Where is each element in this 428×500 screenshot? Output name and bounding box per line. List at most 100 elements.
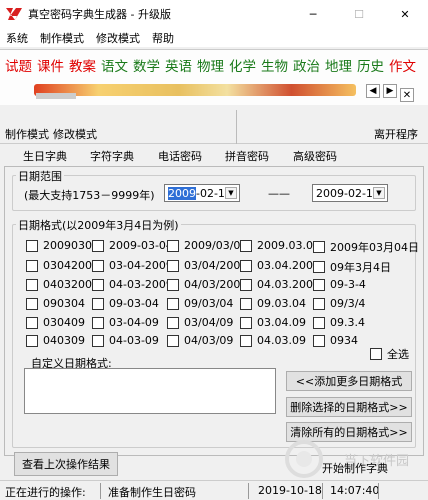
date-format-option[interactable]: 030409 [26, 316, 85, 329]
tab-birthday[interactable]: 生日字典 [23, 148, 67, 164]
select-all-checkbox[interactable]: 全选 [370, 346, 409, 362]
banner-tab-item[interactable]: 政治 [293, 55, 320, 75]
banner-tab-item[interactable]: 历史 [357, 55, 384, 75]
checkbox[interactable] [167, 259, 179, 272]
date-format-option[interactable]: 2009.03.04 [240, 239, 320, 252]
checkbox[interactable] [370, 348, 382, 360]
banner-tab-item[interactable]: 化学 [229, 55, 256, 75]
date-format-option[interactable]: 09年3月4日 [313, 259, 391, 275]
dropdown-arrow-icon[interactable]: ▼ [225, 187, 237, 199]
checkbox[interactable] [167, 316, 179, 329]
checkbox[interactable] [167, 239, 179, 252]
dropdown-arrow-icon[interactable]: ▼ [373, 187, 385, 199]
checkbox[interactable] [167, 278, 179, 291]
close-button[interactable]: ✕ [382, 0, 428, 28]
start-make-button[interactable]: 开始制作字典 [322, 460, 388, 476]
banner-tab-item[interactable]: 地理 [325, 55, 352, 75]
date-format-option[interactable]: 03.04.09 [240, 316, 306, 329]
checkbox[interactable] [313, 297, 325, 310]
date-format-option[interactable]: 03-04-2009 [92, 259, 173, 272]
checkbox[interactable] [167, 297, 179, 310]
checkbox[interactable] [26, 259, 38, 272]
checkbox[interactable] [26, 297, 38, 310]
date-format-option[interactable]: 09/03/04 [167, 297, 233, 310]
view-last-result-button[interactable]: 查看上次操作结果 [14, 452, 118, 476]
menu-edit-mode[interactable]: 修改模式 [90, 30, 146, 46]
tab-advanced[interactable]: 高级密码 [293, 148, 337, 164]
checkbox[interactable] [26, 316, 38, 329]
banner-tab-item[interactable]: 教案 [69, 55, 96, 75]
checkbox[interactable] [240, 316, 252, 329]
checkbox[interactable] [313, 241, 325, 253]
make-mode-button[interactable]: 制作模式 [5, 126, 49, 142]
date-format-option[interactable]: 09.03.04 [240, 297, 306, 310]
banner-tab-item[interactable]: 试题 [5, 55, 32, 75]
date-format-option[interactable]: 2009/03/04 [167, 239, 247, 252]
checkbox[interactable] [92, 316, 104, 329]
date-format-option[interactable]: 03.04.2009 [240, 259, 320, 272]
banner-tab-item[interactable]: 作文 [389, 55, 416, 75]
custom-format-input[interactable] [24, 368, 276, 414]
banner-tab-item[interactable]: 语文 [101, 55, 128, 75]
date-format-option[interactable]: 04.03.2009 [240, 278, 320, 291]
checkbox[interactable] [92, 239, 104, 252]
date-format-option[interactable]: 04-03-09 [92, 334, 159, 347]
menu-make-mode[interactable]: 制作模式 [34, 30, 90, 46]
date-format-option[interactable]: 04.03.09 [240, 334, 306, 347]
checkbox[interactable] [92, 259, 104, 272]
checkbox[interactable] [313, 316, 325, 329]
date-format-option[interactable]: 2009年03月04日 [313, 239, 419, 255]
banner-tab-item[interactable]: 物理 [197, 55, 224, 75]
menu-system[interactable]: 系统 [0, 30, 34, 46]
start-date-picker[interactable]: 2009 -02-18 ▼ [164, 184, 240, 202]
date-format-option[interactable]: 09.3.4 [313, 316, 365, 329]
minimize-button[interactable]: ─ [290, 0, 336, 28]
checkbox[interactable] [313, 334, 325, 347]
checkbox[interactable] [26, 239, 38, 252]
date-format-option[interactable]: 04-03-2009 [92, 278, 173, 291]
date-format-option[interactable]: 0934 [313, 334, 358, 347]
checkbox[interactable] [240, 239, 252, 252]
tab-pinyin[interactable]: 拼音密码 [225, 148, 269, 164]
edit-mode-button[interactable]: 修改模式 [53, 126, 97, 142]
tab-character[interactable]: 字符字典 [90, 148, 134, 164]
date-format-option[interactable]: 04032009 [26, 278, 99, 291]
banner-close-button[interactable]: ✕ [400, 88, 414, 102]
date-format-option[interactable]: 03-04-09 [92, 316, 159, 329]
checkbox[interactable] [92, 334, 104, 347]
date-format-option[interactable]: 09/3/4 [313, 297, 365, 310]
date-format-option[interactable]: 090304 [26, 297, 85, 310]
date-format-option[interactable]: 2009-03-04 [92, 239, 173, 252]
date-format-option[interactable]: 09-3-4 [313, 278, 366, 291]
checkbox[interactable] [240, 278, 252, 291]
date-format-option[interactable]: 040309 [26, 334, 85, 347]
exit-button[interactable]: 离开程序 [374, 126, 418, 142]
delete-format-button[interactable]: 删除选择的日期格式>> [286, 397, 412, 417]
checkbox[interactable] [313, 261, 325, 273]
date-format-option[interactable]: 03/04/2009 [167, 259, 247, 272]
checkbox[interactable] [26, 334, 38, 347]
banner-tab-item[interactable]: 课件 [37, 55, 64, 75]
checkbox[interactable] [92, 278, 104, 291]
scrollbar-thumb[interactable] [36, 92, 76, 99]
checkbox[interactable] [26, 278, 38, 291]
banner-tab-item[interactable]: 生物 [261, 55, 288, 75]
banner-tab-item[interactable]: 英语 [165, 55, 192, 75]
date-format-option[interactable]: 03042009 [26, 259, 99, 272]
date-format-option[interactable]: 20090304 [26, 239, 99, 252]
banner-tab-item[interactable]: 数学 [133, 55, 160, 75]
menu-help[interactable]: 帮助 [146, 30, 180, 46]
add-format-button[interactable]: <<添加更多日期格式 [286, 371, 412, 391]
checkbox[interactable] [167, 334, 179, 347]
checkbox[interactable] [240, 334, 252, 347]
checkbox[interactable] [240, 259, 252, 272]
banner-scrollbar[interactable] [0, 88, 428, 103]
checkbox[interactable] [240, 297, 252, 310]
checkbox[interactable] [92, 297, 104, 310]
checkbox[interactable] [313, 278, 325, 291]
maximize-button[interactable]: ☐ [336, 0, 382, 28]
date-format-option[interactable]: 04/03/09 [167, 334, 233, 347]
date-format-option[interactable]: 03/04/09 [167, 316, 233, 329]
tab-phone[interactable]: 电话密码 [158, 148, 202, 164]
end-date-picker[interactable]: 2009-02-18 ▼ [312, 184, 388, 202]
